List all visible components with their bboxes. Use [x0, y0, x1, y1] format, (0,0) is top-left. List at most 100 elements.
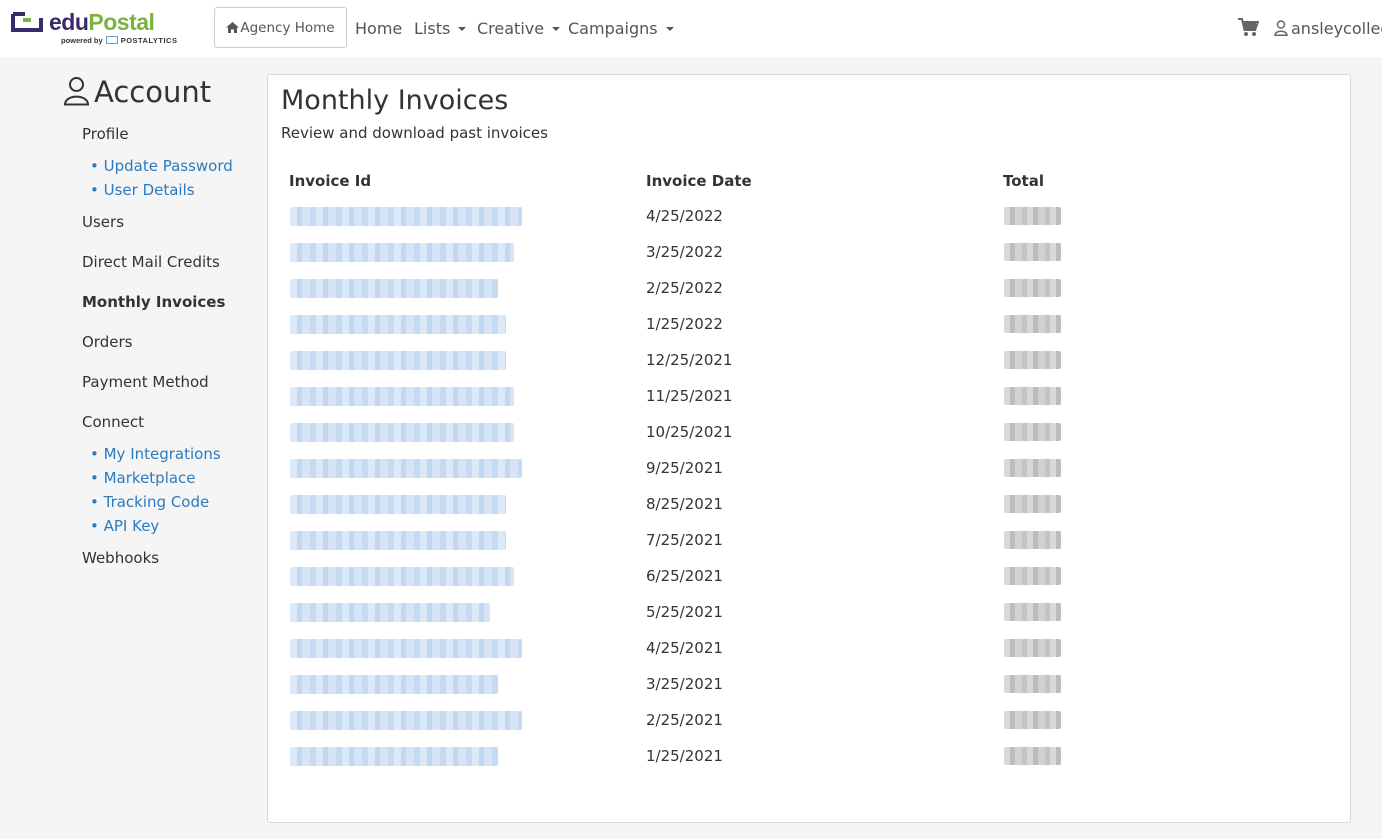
sidebar-title-label: Account: [94, 75, 212, 109]
chevron-down-icon: [552, 27, 561, 31]
invoice-date-cell: 7/25/2021: [646, 531, 723, 549]
nav-home-link[interactable]: Home: [355, 19, 402, 38]
nav-lists-dropdown[interactable]: Lists: [414, 19, 467, 38]
invoice-id-link-redacted[interactable]: [290, 495, 506, 514]
logo-text-edu: edu: [49, 9, 89, 35]
invoice-id-link-redacted[interactable]: [290, 747, 498, 766]
invoice-id-link-redacted[interactable]: [290, 459, 522, 478]
table-row: 11/25/2021: [268, 379, 1350, 415]
agency-home-button[interactable]: Agency Home: [214, 7, 347, 48]
table-row: 4/25/2021: [268, 631, 1350, 667]
invoice-date-cell: 1/25/2021: [646, 747, 723, 765]
invoice-date-cell: 4/25/2022: [646, 207, 723, 225]
logo-mark-icon: [11, 12, 43, 32]
invoice-date-cell: 3/25/2022: [646, 243, 723, 261]
invoice-id-link-redacted[interactable]: [290, 207, 522, 226]
table-row: 1/25/2022: [268, 307, 1350, 343]
invoice-date-cell: 5/25/2021: [646, 603, 723, 621]
invoice-date-cell: 10/25/2021: [646, 423, 733, 441]
sidebar-subitem-user-details[interactable]: • User Details: [90, 181, 195, 199]
invoice-id-link-redacted[interactable]: [290, 639, 522, 658]
invoice-total-redacted: [1004, 207, 1061, 225]
invoice-id-link-redacted[interactable]: [290, 387, 514, 406]
invoice-id-link-redacted[interactable]: [290, 711, 522, 730]
table-row: 7/25/2021: [268, 523, 1350, 559]
page-subtitle: Review and download past invoices: [281, 124, 548, 142]
invoice-date-cell: 12/25/2021: [646, 351, 733, 369]
logo-text: eduPostal: [49, 9, 155, 36]
user-icon: [63, 77, 90, 106]
agency-home-label: Agency Home: [240, 19, 335, 36]
invoice-date-cell: 2/25/2022: [646, 279, 723, 297]
invoice-total-redacted: [1004, 531, 1061, 549]
invoice-total-redacted: [1004, 603, 1061, 621]
invoices-panel: Monthly Invoices Review and download pas…: [267, 74, 1351, 823]
home-icon: [226, 22, 240, 33]
sidebar-item-profile[interactable]: Profile: [82, 125, 129, 143]
sidebar-item-direct-mail-credits[interactable]: Direct Mail Credits: [82, 253, 220, 271]
table-row: 2/25/2021: [268, 703, 1350, 739]
invoice-total-redacted: [1004, 711, 1061, 729]
invoice-date-cell: 6/25/2021: [646, 567, 723, 585]
logo-powered-by: powered by POSTALYTICS: [61, 36, 177, 45]
invoice-total-redacted: [1004, 387, 1061, 405]
sidebar-subitem-update-password[interactable]: • Update Password: [90, 157, 233, 175]
table-row: 2/25/2022: [268, 271, 1350, 307]
sidebar-subitem-tracking-code[interactable]: • Tracking Code: [90, 493, 209, 511]
sidebar-item-orders[interactable]: Orders: [82, 333, 132, 351]
sidebar-item-webhooks[interactable]: Webhooks: [82, 549, 159, 567]
nav-creative-label: Creative: [477, 19, 545, 38]
invoice-total-redacted: [1004, 279, 1061, 297]
invoice-id-link-redacted[interactable]: [290, 243, 514, 262]
nav-lists-label: Lists: [414, 19, 451, 38]
nav-creative-dropdown[interactable]: Creative: [477, 19, 561, 38]
sidebar-subitem-marketplace[interactable]: • Marketplace: [90, 469, 196, 487]
table-row: 5/25/2021: [268, 595, 1350, 631]
invoice-total-redacted: [1004, 675, 1061, 693]
invoice-id-link-redacted[interactable]: [290, 279, 498, 298]
invoice-date-cell: 1/25/2022: [646, 315, 723, 333]
sidebar-item-monthly-invoices[interactable]: Monthly Invoices: [82, 293, 225, 311]
table-row: 6/25/2021: [268, 559, 1350, 595]
chevron-down-icon: [458, 27, 467, 31]
invoice-id-link-redacted[interactable]: [290, 675, 498, 694]
table-row: 10/25/2021: [268, 415, 1350, 451]
column-header-total: Total: [1003, 172, 1044, 190]
invoice-total-redacted: [1004, 423, 1061, 441]
chevron-down-icon: [665, 27, 674, 31]
sidebar-item-connect[interactable]: Connect: [82, 413, 144, 431]
edupostal-logo[interactable]: eduPostal powered by POSTALYTICS: [11, 9, 181, 49]
user-menu[interactable]: ansleycollege: [1274, 19, 1382, 38]
invoice-date-cell: 9/25/2021: [646, 459, 723, 477]
table-row: 3/25/2022: [268, 235, 1350, 271]
invoice-date-cell: 4/25/2021: [646, 639, 723, 657]
invoice-id-link-redacted[interactable]: [290, 423, 514, 442]
nav-campaigns-dropdown[interactable]: Campaigns: [568, 19, 674, 38]
table-row: 4/25/2022: [268, 199, 1350, 235]
invoice-id-link-redacted[interactable]: [290, 603, 490, 622]
table-row: 1/25/2021: [268, 739, 1350, 775]
invoice-id-link-redacted[interactable]: [290, 315, 506, 334]
cart-icon[interactable]: [1238, 18, 1259, 37]
invoice-total-redacted: [1004, 639, 1061, 657]
table-row: 12/25/2021: [268, 343, 1350, 379]
partner-brand: POSTALYTICS: [120, 36, 178, 45]
username-label: ansleycollege: [1291, 19, 1382, 38]
logo-text-postal: Postal: [88, 9, 155, 35]
sidebar-item-users[interactable]: Users: [82, 213, 124, 231]
table-row: 8/25/2021: [268, 487, 1350, 523]
sidebar-subitem-my-integrations[interactable]: • My Integrations: [90, 445, 221, 463]
invoice-id-link-redacted[interactable]: [290, 351, 506, 370]
column-header-invoice-date: Invoice Date: [646, 172, 752, 190]
invoice-total-redacted: [1004, 243, 1061, 261]
user-icon: [1274, 20, 1288, 36]
invoice-total-redacted: [1004, 747, 1061, 765]
invoice-total-redacted: [1004, 315, 1061, 333]
invoice-id-link-redacted[interactable]: [290, 531, 506, 550]
invoice-id-link-redacted[interactable]: [290, 567, 514, 586]
top-navbar: eduPostal powered by POSTALYTICS Agency H…: [0, 0, 1382, 57]
sidebar-subitem-api-key[interactable]: • API Key: [90, 517, 159, 535]
page-title: Monthly Invoices: [281, 85, 509, 116]
nav-campaigns-label: Campaigns: [568, 19, 658, 38]
sidebar-item-payment-method[interactable]: Payment Method: [82, 373, 209, 391]
